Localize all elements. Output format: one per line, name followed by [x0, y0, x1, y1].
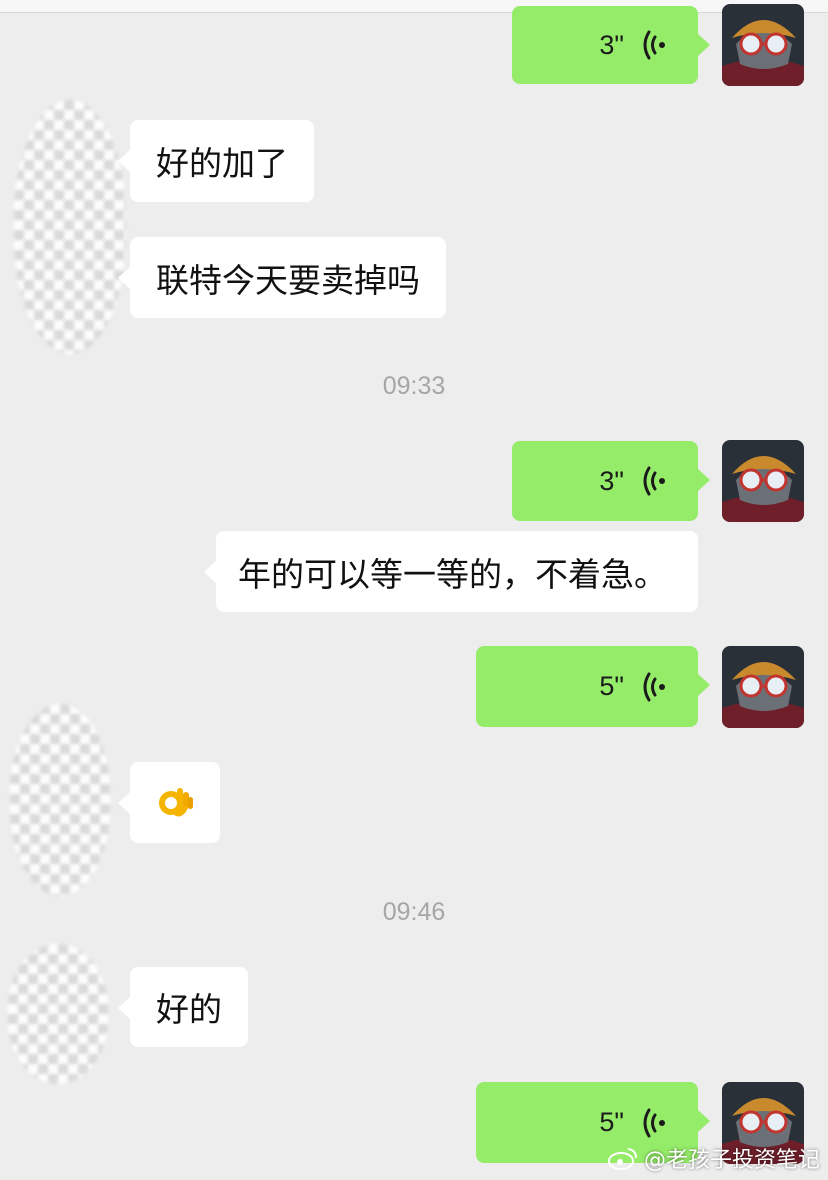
text-message[interactable]: 好的加了	[118, 120, 314, 202]
emoji-message[interactable]	[118, 762, 220, 843]
text-message[interactable]: 联特今天要卖掉吗	[118, 237, 446, 318]
voice-message[interactable]: 5"	[476, 646, 710, 727]
message-text: 好的加了	[156, 144, 288, 183]
watermark: @老孩子投资笔记	[607, 1142, 820, 1174]
self-avatar[interactable]	[722, 646, 804, 728]
ok-hand-icon	[155, 783, 195, 823]
voice-message[interactable]: 3"	[512, 6, 710, 84]
text-message[interactable]: 好的	[118, 967, 248, 1047]
voice-wave-icon	[642, 672, 668, 702]
top-edge	[0, 0, 828, 13]
cat-avatar-icon	[722, 4, 804, 86]
self-avatar[interactable]	[722, 440, 804, 522]
voice-duration: 3"	[599, 465, 624, 496]
voice-message[interactable]: 3"	[512, 441, 710, 521]
message-text: 联特今天要卖掉吗	[156, 260, 420, 300]
voice-duration: 5"	[599, 1107, 624, 1137]
contact-avatar[interactable]	[14, 100, 126, 354]
timestamp: 09:46	[382, 898, 446, 926]
weibo-icon	[607, 1148, 637, 1170]
self-avatar[interactable]	[722, 4, 804, 86]
cat-avatar-icon	[722, 646, 804, 728]
cat-avatar-icon	[722, 440, 804, 522]
contact-avatar[interactable]	[8, 944, 108, 1084]
voice-transcript-text[interactable]: 年的可以等一等的，不着急。	[204, 531, 698, 612]
voice-duration: 5"	[599, 671, 624, 701]
timestamp: 09:33	[382, 372, 446, 400]
message-text: 好的	[156, 990, 222, 1029]
message-text: 年的可以等一等的，不着急。	[238, 554, 667, 594]
voice-wave-icon	[642, 30, 668, 60]
watermark-text: @老孩子投资笔记	[643, 1148, 820, 1173]
voice-wave-icon	[642, 466, 668, 496]
contact-avatar[interactable]	[10, 704, 110, 896]
voice-wave-icon	[642, 1108, 668, 1138]
voice-duration: 3"	[599, 29, 624, 60]
